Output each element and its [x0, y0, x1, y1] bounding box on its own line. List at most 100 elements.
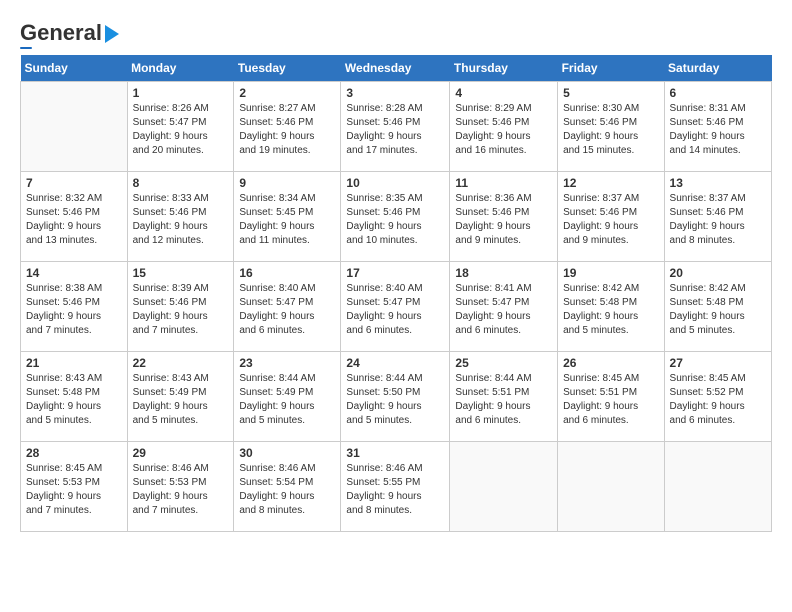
day-info: Sunrise: 8:42 AM Sunset: 5:48 PM Dayligh…: [563, 282, 658, 338]
day-number: 18: [455, 266, 552, 280]
day-info: Sunrise: 8:43 AM Sunset: 5:48 PM Dayligh…: [26, 372, 122, 428]
calendar-cell: 5 Sunrise: 8:30 AM Sunset: 5:46 PM Daylig…: [558, 82, 664, 172]
day-info: Sunrise: 8:29 AM Sunset: 5:46 PM Dayligh…: [455, 102, 552, 158]
day-info: Sunrise: 8:44 AM Sunset: 5:50 PM Dayligh…: [346, 372, 444, 428]
day-info: Sunrise: 8:37 AM Sunset: 5:46 PM Dayligh…: [563, 192, 658, 248]
calendar-week-3: 14 Sunrise: 8:38 AM Sunset: 5:46 PM Dayli…: [21, 262, 772, 352]
calendar-cell: 14 Sunrise: 8:38 AM Sunset: 5:46 PM Dayli…: [21, 262, 128, 352]
weekday-header-sunday: Sunday: [21, 55, 128, 82]
weekday-header-tuesday: Tuesday: [234, 55, 341, 82]
day-number: 17: [346, 266, 444, 280]
weekday-header-friday: Friday: [558, 55, 664, 82]
day-number: 12: [563, 176, 658, 190]
calendar-cell: 12 Sunrise: 8:37 AM Sunset: 5:46 PM Dayli…: [558, 172, 664, 262]
day-number: 2: [239, 86, 335, 100]
calendar-week-1: 1 Sunrise: 8:26 AM Sunset: 5:47 PM Daylig…: [21, 82, 772, 172]
calendar-cell: 20 Sunrise: 8:42 AM Sunset: 5:48 PM Dayli…: [664, 262, 771, 352]
day-info: Sunrise: 8:46 AM Sunset: 5:54 PM Dayligh…: [239, 462, 335, 518]
day-number: 15: [133, 266, 229, 280]
day-info: Sunrise: 8:42 AM Sunset: 5:48 PM Dayligh…: [670, 282, 766, 338]
calendar-week-2: 7Sunrise: 8:32 AM Sunset: 5:46 PM Daylig…: [21, 172, 772, 262]
day-info: Sunrise: 8:33 AM Sunset: 5:46 PM Dayligh…: [133, 192, 229, 248]
day-number: 29: [133, 446, 229, 460]
calendar-cell: 9 Sunrise: 8:34 AM Sunset: 5:45 PM Daylig…: [234, 172, 341, 262]
day-info: Sunrise: 8:30 AM Sunset: 5:46 PM Dayligh…: [563, 102, 658, 158]
calendar-cell: 21 Sunrise: 8:43 AM Sunset: 5:48 PM Dayli…: [21, 352, 128, 442]
calendar-cell: 30Sunrise: 8:46 AM Sunset: 5:54 PM Dayli…: [234, 442, 341, 532]
day-number: 26: [563, 356, 658, 370]
day-info: Sunrise: 8:43 AM Sunset: 5:49 PM Dayligh…: [133, 372, 229, 428]
day-info: Sunrise: 8:35 AM Sunset: 5:46 PM Dayligh…: [346, 192, 444, 248]
page-header: General: [20, 20, 772, 49]
day-info: Sunrise: 8:39 AM Sunset: 5:46 PM Dayligh…: [133, 282, 229, 338]
calendar-cell: 16 Sunrise: 8:40 AM Sunset: 5:47 PM Dayli…: [234, 262, 341, 352]
day-number: 1: [133, 86, 229, 100]
day-number: 10: [346, 176, 444, 190]
day-info: Sunrise: 8:45 AM Sunset: 5:51 PM Dayligh…: [563, 372, 658, 428]
calendar-cell: 2 Sunrise: 8:27 AM Sunset: 5:46 PM Daylig…: [234, 82, 341, 172]
calendar-week-4: 21 Sunrise: 8:43 AM Sunset: 5:48 PM Dayli…: [21, 352, 772, 442]
calendar-table: SundayMondayTuesdayWednesdayThursdayFrid…: [20, 55, 772, 532]
day-info: Sunrise: 8:46 AM Sunset: 5:55 PM Dayligh…: [346, 462, 444, 518]
day-info: Sunrise: 8:26 AM Sunset: 5:47 PM Dayligh…: [133, 102, 229, 158]
calendar-cell: 18 Sunrise: 8:41 AM Sunset: 5:47 PM Dayli…: [450, 262, 558, 352]
calendar-cell: 26 Sunrise: 8:45 AM Sunset: 5:51 PM Dayli…: [558, 352, 664, 442]
day-number: 14: [26, 266, 122, 280]
day-number: 28: [26, 446, 122, 460]
calendar-week-5: 28 Sunrise: 8:45 AM Sunset: 5:53 PM Dayli…: [21, 442, 772, 532]
day-number: 9: [239, 176, 335, 190]
day-info: Sunrise: 8:46 AM Sunset: 5:53 PM Dayligh…: [133, 462, 229, 518]
day-number: 3: [346, 86, 444, 100]
weekday-header-monday: Monday: [127, 55, 234, 82]
calendar-cell: 25Sunrise: 8:44 AM Sunset: 5:51 PM Dayli…: [450, 352, 558, 442]
calendar-cell: 3Sunrise: 8:28 AM Sunset: 5:46 PM Daylig…: [341, 82, 450, 172]
day-number: 31: [346, 446, 444, 460]
weekday-header-thursday: Thursday: [450, 55, 558, 82]
calendar-cell: 6Sunrise: 8:31 AM Sunset: 5:46 PM Daylig…: [664, 82, 771, 172]
day-number: 11: [455, 176, 552, 190]
day-number: 8: [133, 176, 229, 190]
calendar-cell: [450, 442, 558, 532]
day-info: Sunrise: 8:44 AM Sunset: 5:51 PM Dayligh…: [455, 372, 552, 428]
day-info: Sunrise: 8:34 AM Sunset: 5:45 PM Dayligh…: [239, 192, 335, 248]
day-number: 20: [670, 266, 766, 280]
calendar-cell: 11 Sunrise: 8:36 AM Sunset: 5:46 PM Dayli…: [450, 172, 558, 262]
calendar-cell: 7Sunrise: 8:32 AM Sunset: 5:46 PM Daylig…: [21, 172, 128, 262]
day-number: 21: [26, 356, 122, 370]
day-number: 4: [455, 86, 552, 100]
day-number: 5: [563, 86, 658, 100]
logo-general: General: [20, 20, 102, 46]
calendar-cell: 17 Sunrise: 8:40 AM Sunset: 5:47 PM Dayli…: [341, 262, 450, 352]
day-info: Sunrise: 8:45 AM Sunset: 5:53 PM Dayligh…: [26, 462, 122, 518]
calendar-cell: 23 Sunrise: 8:44 AM Sunset: 5:49 PM Dayli…: [234, 352, 341, 442]
logo: General: [20, 20, 119, 49]
calendar-cell: 22 Sunrise: 8:43 AM Sunset: 5:49 PM Dayli…: [127, 352, 234, 442]
calendar-cell: 8 Sunrise: 8:33 AM Sunset: 5:46 PM Daylig…: [127, 172, 234, 262]
day-info: Sunrise: 8:37 AM Sunset: 5:46 PM Dayligh…: [670, 192, 766, 248]
day-info: Sunrise: 8:36 AM Sunset: 5:46 PM Dayligh…: [455, 192, 552, 248]
calendar-cell: [21, 82, 128, 172]
day-number: 24: [346, 356, 444, 370]
calendar-cell: 13Sunrise: 8:37 AM Sunset: 5:46 PM Dayli…: [664, 172, 771, 262]
calendar-cell: 1 Sunrise: 8:26 AM Sunset: 5:47 PM Daylig…: [127, 82, 234, 172]
calendar-cell: [558, 442, 664, 532]
calendar-cell: 31 Sunrise: 8:46 AM Sunset: 5:55 PM Dayli…: [341, 442, 450, 532]
calendar-cell: 19Sunrise: 8:42 AM Sunset: 5:48 PM Dayli…: [558, 262, 664, 352]
logo-blue: [20, 47, 32, 49]
calendar-cell: 4 Sunrise: 8:29 AM Sunset: 5:46 PM Daylig…: [450, 82, 558, 172]
calendar-cell: 10 Sunrise: 8:35 AM Sunset: 5:46 PM Dayli…: [341, 172, 450, 262]
day-number: 16: [239, 266, 335, 280]
day-info: Sunrise: 8:38 AM Sunset: 5:46 PM Dayligh…: [26, 282, 122, 338]
day-number: 6: [670, 86, 766, 100]
day-info: Sunrise: 8:44 AM Sunset: 5:49 PM Dayligh…: [239, 372, 335, 428]
day-info: Sunrise: 8:45 AM Sunset: 5:52 PM Dayligh…: [670, 372, 766, 428]
day-number: 27: [670, 356, 766, 370]
day-number: 22: [133, 356, 229, 370]
day-info: Sunrise: 8:41 AM Sunset: 5:47 PM Dayligh…: [455, 282, 552, 338]
day-number: 23: [239, 356, 335, 370]
day-info: Sunrise: 8:32 AM Sunset: 5:46 PM Dayligh…: [26, 192, 122, 248]
day-info: Sunrise: 8:27 AM Sunset: 5:46 PM Dayligh…: [239, 102, 335, 158]
calendar-cell: [664, 442, 771, 532]
day-info: Sunrise: 8:40 AM Sunset: 5:47 PM Dayligh…: [239, 282, 335, 338]
day-info: Sunrise: 8:40 AM Sunset: 5:47 PM Dayligh…: [346, 282, 444, 338]
